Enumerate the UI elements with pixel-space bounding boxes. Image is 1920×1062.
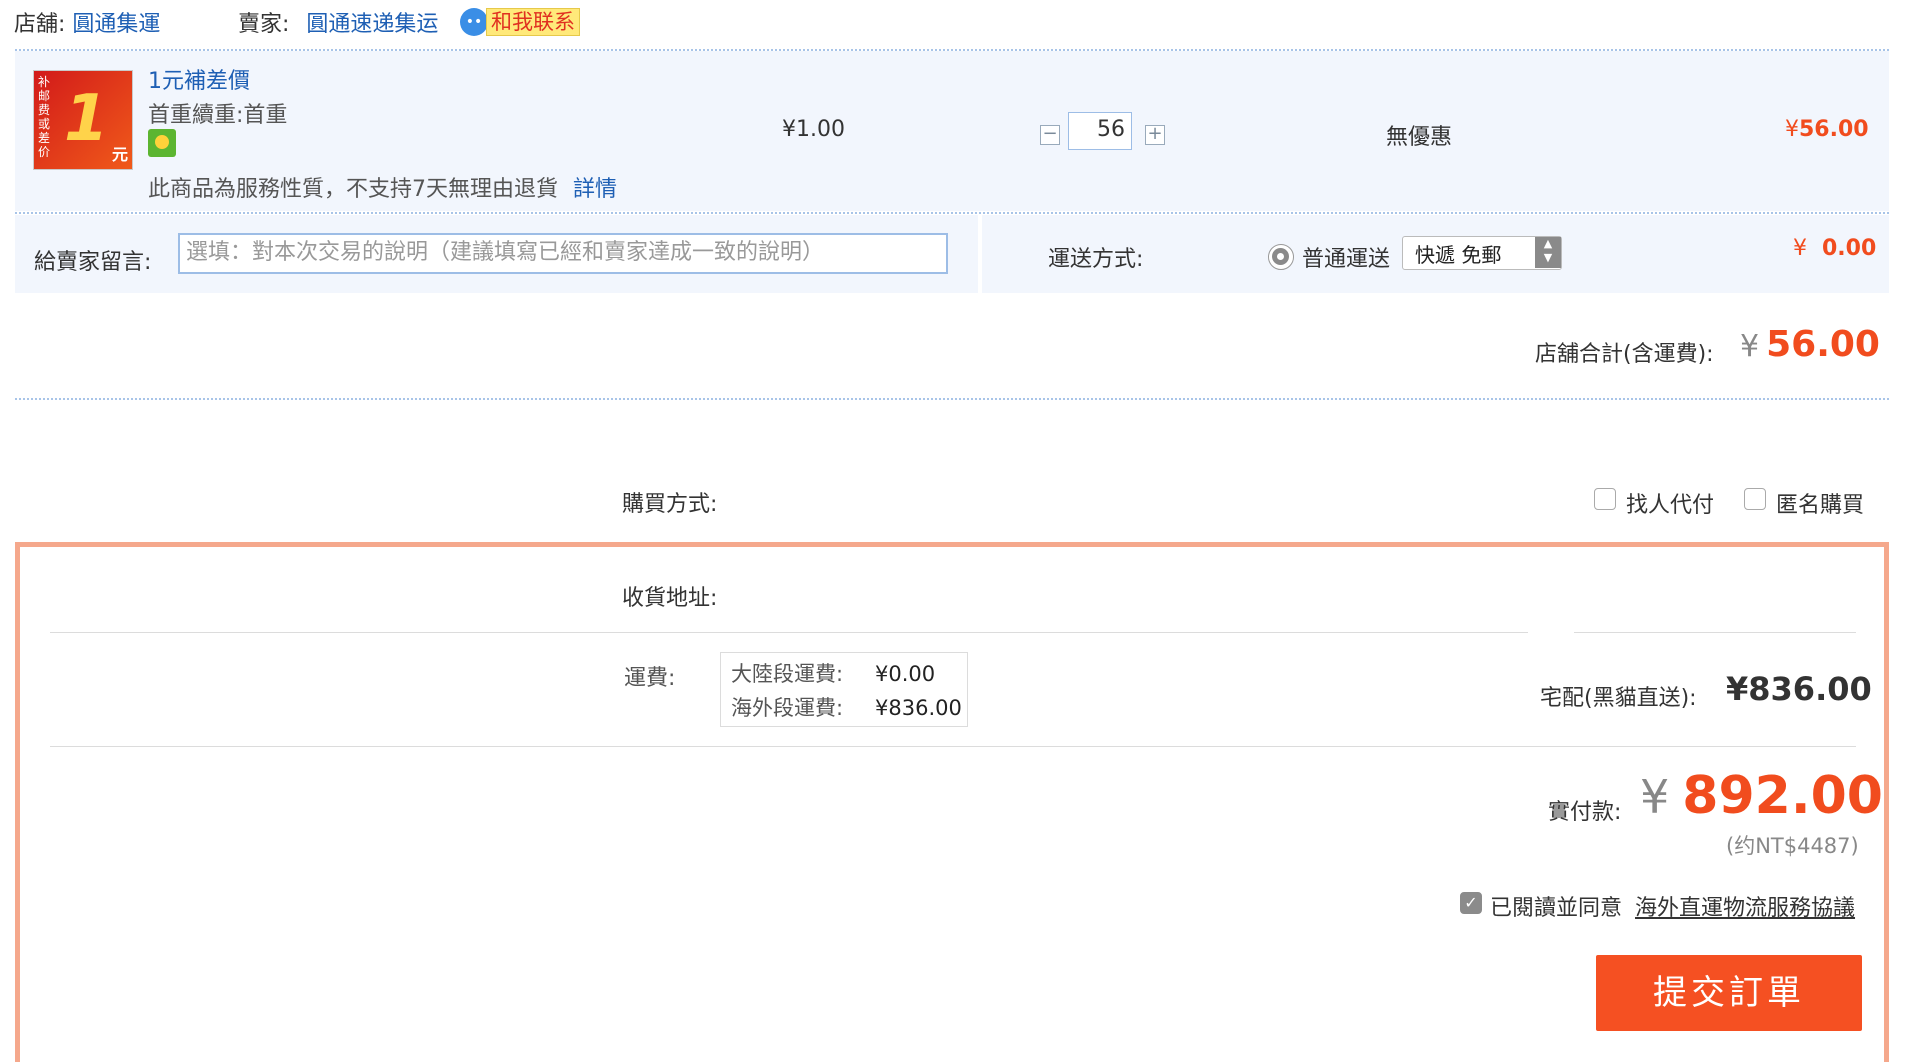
thumbnail-side-text: 补 邮 费 或 差 价 <box>38 75 51 159</box>
increase-quantity-button[interactable]: + <box>1145 125 1165 145</box>
mainland-freight-value: ¥0.00 <box>875 662 936 686</box>
shipping-fee-symbol: ¥ <box>1793 236 1807 261</box>
shop-total-label: 店舖合計(含運費): <box>1535 342 1714 367</box>
service-notice: 此商品為服務性質，不支持7天無理由退貨 詳情 <box>148 171 617 203</box>
seller-message-input[interactable]: 選填：對本次交易的說明（建議填寫已經和賣家達成一致的說明） <box>178 233 948 274</box>
address-label: 收貨地址: <box>622 586 718 611</box>
select-arrow-icon: ▲ ▼ <box>1535 237 1561 268</box>
shipping-fee: ¥ 0.00 <box>1793 236 1876 261</box>
discount-text: 無優惠 <box>1386 125 1453 150</box>
anonymous-checkbox[interactable] <box>1744 488 1766 510</box>
shop-total-symbol: ¥ <box>1740 329 1760 364</box>
product-title-link[interactable]: 1元補差價 <box>148 63 250 95</box>
service-notice-text: 此商品為服務性質，不支持7天無理由退貨 <box>148 177 558 202</box>
subtotal-value: 56.00 <box>1799 117 1869 142</box>
submit-order-button[interactable]: 提交訂單 <box>1596 955 1862 1031</box>
divider <box>50 632 1528 633</box>
shipping-fee-value: 0.00 <box>1822 236 1877 261</box>
contact-label: 和我联系 <box>486 8 580 36</box>
shop-label: 店舖: <box>14 12 66 37</box>
shipping-select[interactable]: 快遞 免郵 ▲ ▼ <box>1402 236 1562 270</box>
unit-price: ¥1.00 <box>782 117 845 142</box>
seller-label: 賣家: <box>238 12 290 37</box>
payment-value: 892.00 <box>1682 766 1883 826</box>
chat-bubble-icon: •• <box>460 8 488 36</box>
delivery-label: 宅配(黑貓直送): <box>1540 686 1697 711</box>
agreement-text: 已閱讀並同意 <box>1490 896 1623 921</box>
thumbnail-big-digit: 1 <box>64 82 109 156</box>
seller-info: 賣家: 圓通速递集运 <box>238 10 438 40</box>
divider <box>15 212 1889 214</box>
payment-symbol: ¥ <box>1640 770 1670 824</box>
purchase-method-label: 購買方式: <box>622 492 718 517</box>
overseas-freight-label: 海外段運費: <box>731 696 844 720</box>
seller-name-link[interactable]: 圓通速递集运 <box>306 12 438 37</box>
proxy-pay-label: 找人代付 <box>1626 493 1715 518</box>
delivery-value: ¥836.00 <box>1726 670 1872 708</box>
divider <box>1574 632 1856 633</box>
freight-breakdown: 大陸段運費: ¥0.00 海外段運費: ¥836.00 <box>720 652 968 727</box>
mainland-freight-row: 大陸段運費: ¥0.00 <box>731 657 935 691</box>
proxy-pay-checkbox[interactable] <box>1594 488 1616 510</box>
agreement: 已閱讀並同意 海外直運物流服務協議 <box>1490 890 1855 922</box>
shipping-option-label: 普通運送 <box>1302 247 1391 272</box>
divider <box>15 398 1889 400</box>
agreement-checkbox[interactable]: ✓ <box>1460 892 1482 914</box>
payment-total: ¥ 892.00 <box>1640 766 1883 826</box>
mainland-freight-label: 大陸段運費: <box>731 662 844 686</box>
decrease-quantity-button[interactable]: − <box>1040 125 1060 145</box>
details-link[interactable]: 詳情 <box>573 177 617 202</box>
shipping-select-value: 快遞 免郵 <box>1415 243 1502 267</box>
thumbnail-yuan: 元 <box>111 145 128 164</box>
agreement-link[interactable]: 海外直運物流服務協議 <box>1635 896 1855 921</box>
freight-label: 運費: <box>624 666 676 691</box>
message-label: 給賣家留言: <box>34 250 152 275</box>
shipping-radio[interactable] <box>1268 244 1294 270</box>
item-subtotal: ¥56.00 <box>1785 117 1869 142</box>
shop-total: ¥ 56.00 <box>1740 324 1880 365</box>
divider <box>50 746 1856 747</box>
product-attribute: 首重續重:首重 <box>148 103 288 128</box>
contact-seller-button[interactable]: •• 和我联系 <box>460 7 580 37</box>
subtotal-symbol: ¥ <box>1785 117 1799 142</box>
quantity-input[interactable]: 56 <box>1068 112 1132 150</box>
product-thumbnail[interactable]: 补 邮 费 或 差 价 1 元 <box>33 70 133 170</box>
payment-label: 實付款: <box>1548 800 1622 825</box>
overseas-freight-row: 海外段運費: ¥836.00 <box>731 691 962 725</box>
shop-header: 店舖: 圓通集運 <box>14 10 160 40</box>
shop-name-link[interactable]: 圓通集運 <box>72 12 160 37</box>
shop-total-value: 56.00 <box>1766 324 1880 365</box>
service-badge-icon[interactable] <box>148 129 176 157</box>
anonymous-label: 匿名購買 <box>1776 493 1865 518</box>
overseas-freight-value: ¥836.00 <box>875 696 962 720</box>
payment-approx: (约NT$4487) <box>1726 834 1859 858</box>
shipping-label: 運送方式: <box>1048 247 1144 272</box>
